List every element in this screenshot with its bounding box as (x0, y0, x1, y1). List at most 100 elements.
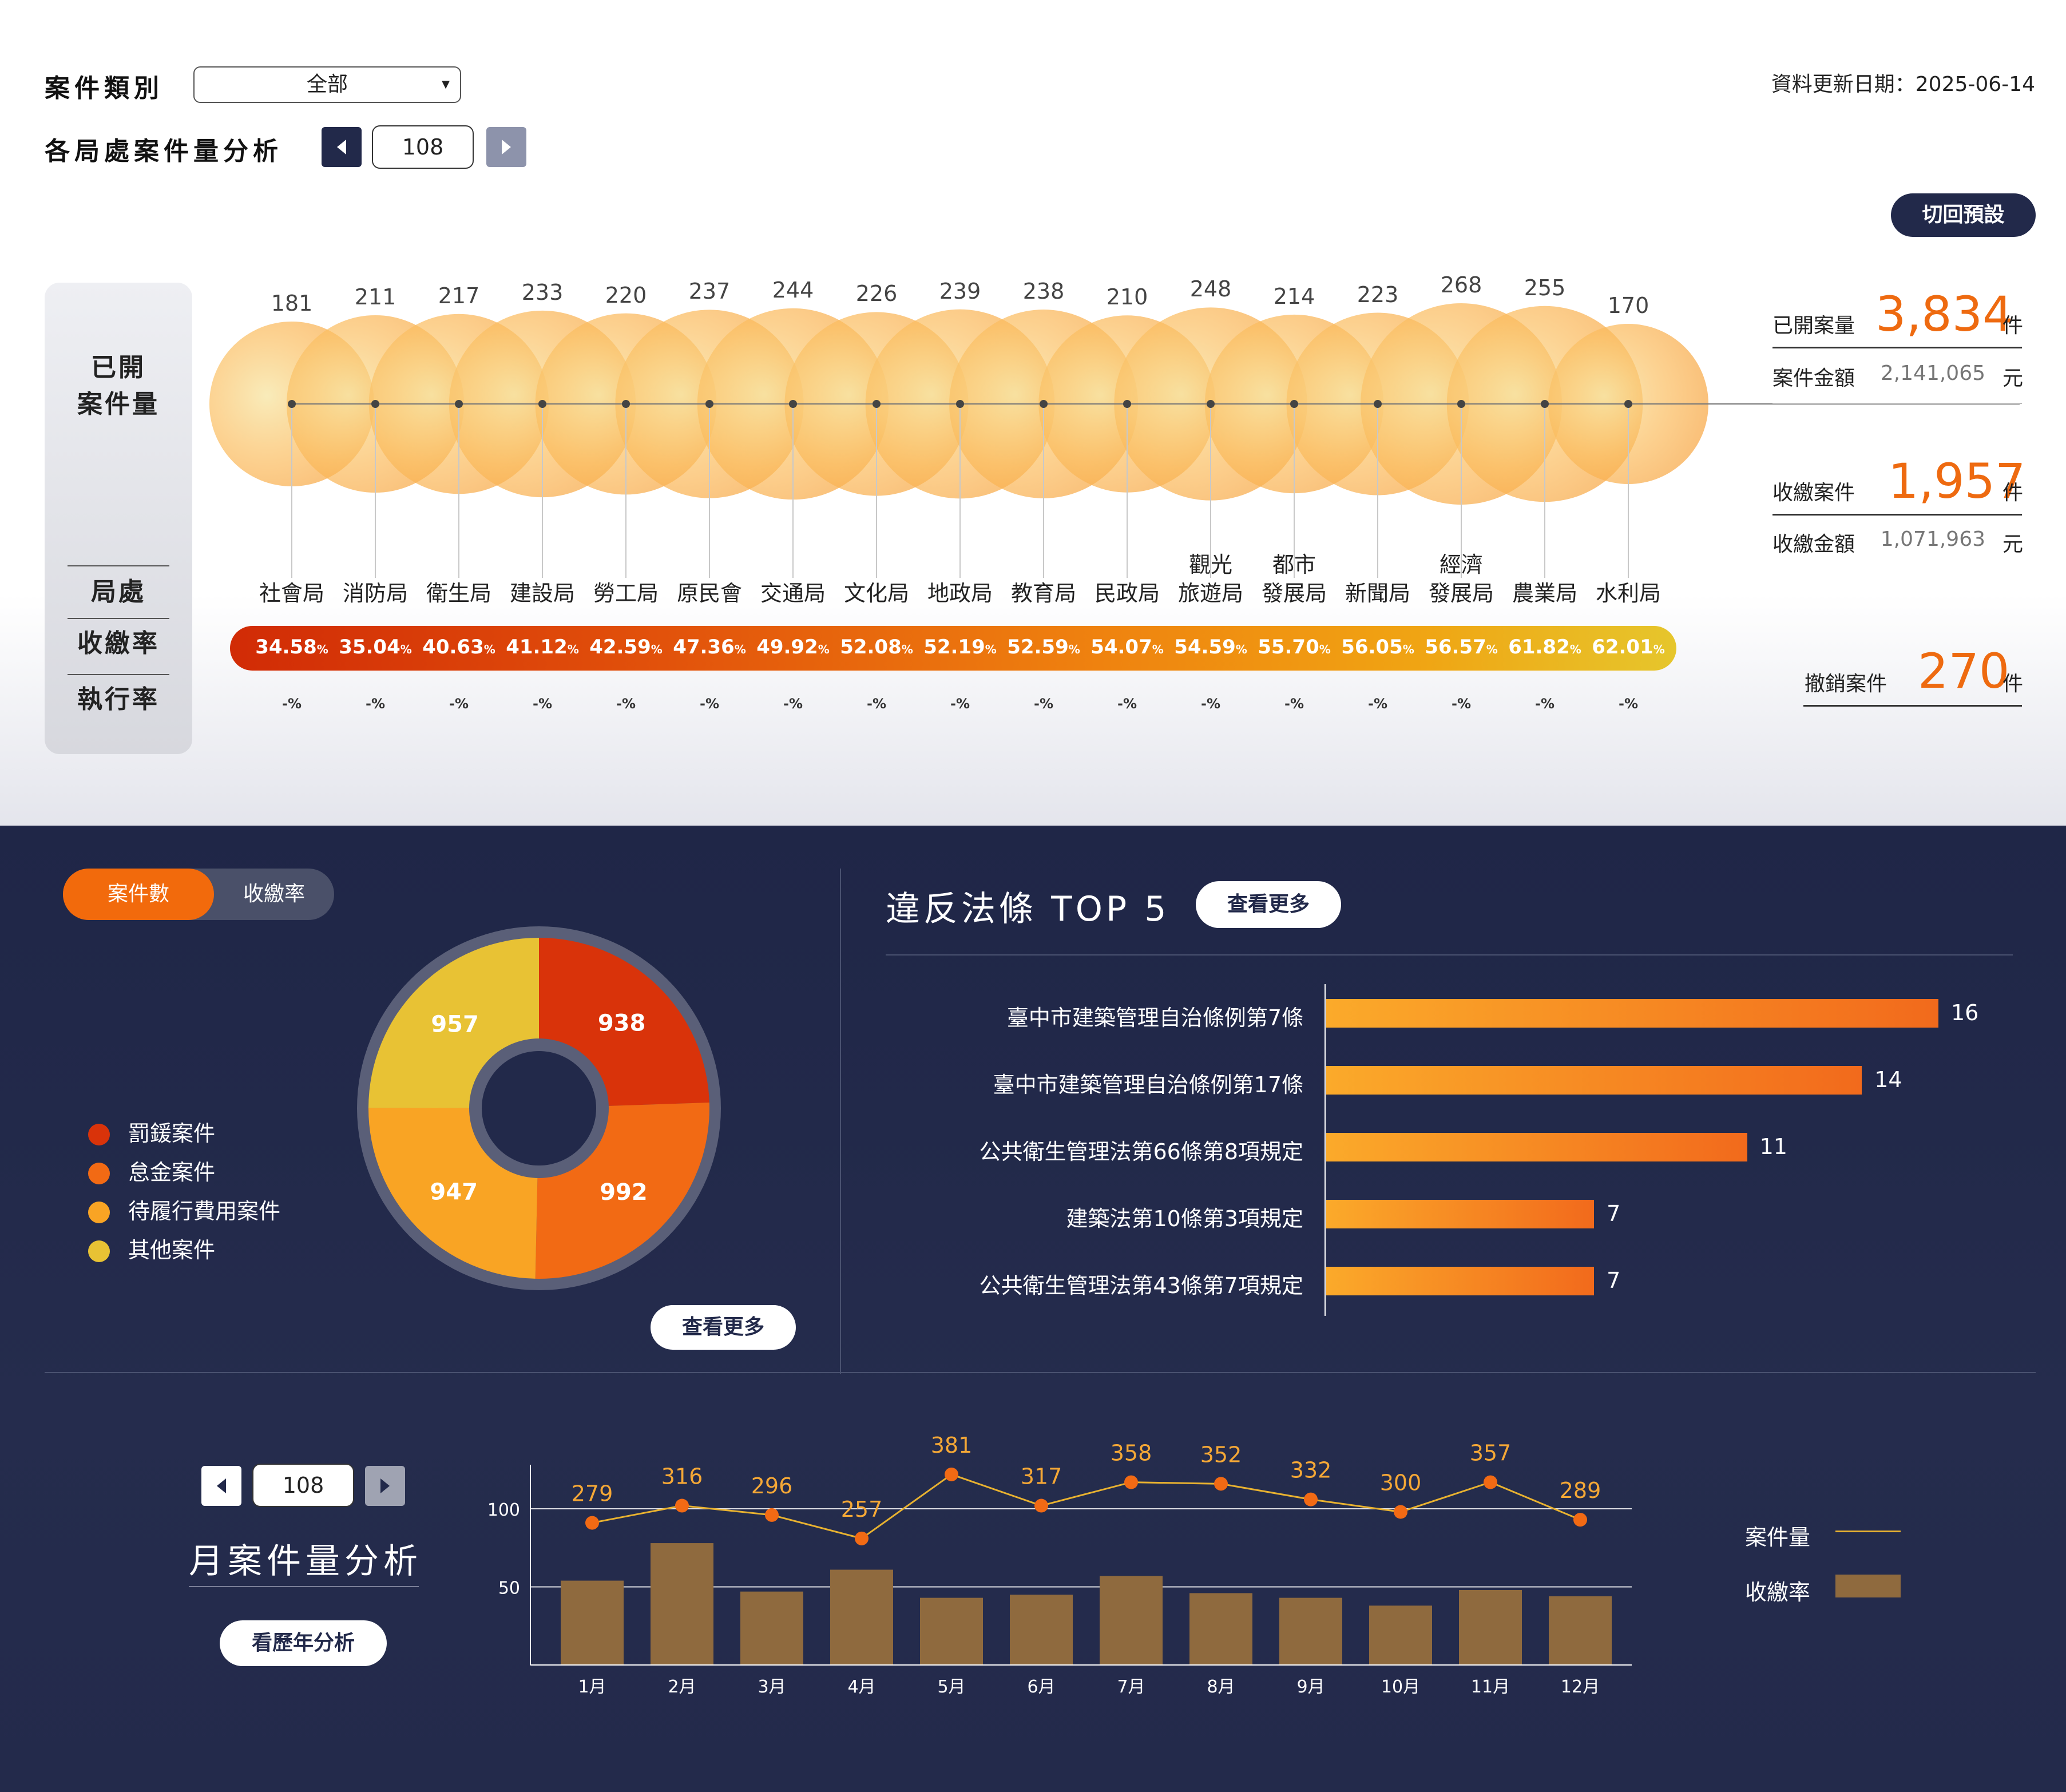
case-amount-label: 案件金額 (1772, 367, 1855, 390)
law-label: 臺中市建築管理自治條例第7條 (1006, 1005, 1303, 1030)
x-tick-label: 10月 (1381, 1677, 1420, 1697)
dept-case-count: 244 (772, 277, 814, 303)
dept-collection-rate: 54.59% (1174, 636, 1247, 659)
dept-collection-rate: 55.70% (1258, 636, 1331, 659)
donut-more-button[interactable]: 查看更多 (651, 1305, 796, 1350)
cases-marker[interactable] (1394, 1505, 1407, 1519)
monthly-year-input[interactable]: 108 (252, 1464, 354, 1507)
monthly-bar[interactable] (1369, 1605, 1432, 1665)
monthly-next-year-button[interactable] (365, 1466, 405, 1506)
section-divider (45, 1372, 2036, 1373)
dept-collection-rate: 56.05% (1341, 636, 1414, 659)
cases-marker[interactable] (1124, 1475, 1138, 1489)
cases-value-label: 257 (841, 1497, 883, 1522)
donut-value-label: 947 (430, 1179, 478, 1205)
dept-name: 建設局 (509, 581, 575, 606)
dept-case-count: 220 (605, 282, 647, 308)
dept-case-count: 217 (438, 283, 480, 308)
dept-dot (1207, 400, 1215, 408)
dept-execution-rate: -% (532, 696, 552, 712)
dept-name: 消防局 (342, 581, 408, 606)
cases-value-label: 296 (751, 1473, 793, 1498)
dept-dot (622, 400, 630, 408)
cases-marker[interactable] (675, 1498, 689, 1513)
monthly-bar[interactable] (740, 1591, 803, 1665)
top5-more-button[interactable]: 查看更多 (1196, 881, 1341, 928)
cases-marker[interactable] (585, 1516, 599, 1530)
legend-bar-swatch (1835, 1575, 1901, 1597)
monthly-bar[interactable] (561, 1580, 624, 1665)
dept-dot (1624, 400, 1632, 408)
dept-case-count: 226 (855, 281, 898, 307)
monthly-bar[interactable] (1279, 1597, 1342, 1665)
cases-marker[interactable] (1573, 1513, 1587, 1527)
dept-execution-rate: -% (365, 696, 385, 712)
cases-marker[interactable] (1034, 1498, 1048, 1513)
law-bar[interactable] (1326, 1133, 1747, 1161)
monthly-prev-year-button[interactable] (201, 1466, 241, 1506)
cases-value-label: 317 (1021, 1464, 1062, 1489)
x-tick-label: 9月 (1296, 1677, 1325, 1697)
y-tick-label: 100 (487, 1500, 520, 1520)
dept-collection-rate: 35.04% (339, 636, 412, 659)
collected-cases-unit: 件 (2002, 481, 2024, 505)
dept-execution-rate: -% (616, 696, 636, 712)
law-count: 14 (1874, 1067, 1902, 1092)
monthly-bar[interactable] (920, 1597, 983, 1665)
dept-collection-rate: 52.08% (840, 636, 913, 659)
x-tick-label: 8月 (1207, 1677, 1235, 1697)
dept-dot (789, 400, 797, 408)
dept-case-count: 248 (1189, 276, 1232, 302)
opened-cases-unit: 件 (2002, 314, 2024, 338)
law-bar[interactable] (1326, 999, 1938, 1028)
dept-collection-rate: 40.63% (422, 636, 495, 659)
dept-collection-rate: 62.01% (1592, 636, 1665, 659)
cases-marker[interactable] (1484, 1475, 1497, 1489)
law-label: 臺中市建築管理自治條例第17條 (993, 1072, 1303, 1097)
dept-case-count: 223 (1357, 282, 1399, 307)
monthly-title: 月案件量分析 (189, 1541, 422, 1581)
monthly-title-underline (189, 1586, 419, 1587)
cases-marker[interactable] (855, 1531, 869, 1545)
cases-value-label: 358 (1111, 1441, 1152, 1466)
dept-name: 交通局 (760, 581, 826, 606)
monthly-bar[interactable] (1010, 1595, 1073, 1665)
law-count: 11 (1759, 1134, 1787, 1159)
cases-marker[interactable] (765, 1508, 779, 1522)
cases-marker[interactable] (1304, 1492, 1318, 1506)
collected-amount-value: 1,071,963 (1880, 528, 1985, 551)
cases-value-label: 381 (931, 1433, 973, 1458)
stat-underline (1772, 403, 2022, 404)
monthly-bar[interactable] (1459, 1589, 1522, 1665)
toggle-case-count[interactable]: 案件數 (63, 869, 214, 920)
legend-dot-icon (88, 1124, 110, 1145)
law-bar[interactable] (1326, 1200, 1595, 1228)
dept-dot (1374, 400, 1382, 408)
x-tick-label: 1月 (578, 1677, 606, 1697)
dept-name: 民政局 (1094, 581, 1160, 606)
toggle-collection-rate[interactable]: 收繳率 (214, 869, 334, 920)
law-bar[interactable] (1326, 1267, 1595, 1295)
dept-case-count: 237 (688, 279, 731, 304)
case-type-donut-chart: 938 992 947 957 (357, 926, 721, 1290)
monthly-bar[interactable] (830, 1569, 893, 1665)
law-bar[interactable] (1326, 1066, 1862, 1095)
law-count: 7 (1607, 1268, 1621, 1293)
dept-execution-rate: -% (281, 696, 302, 712)
history-analysis-button[interactable]: 看歷年分析 (220, 1620, 387, 1666)
dept-collection-rate: 56.57% (1425, 636, 1498, 659)
cases-marker[interactable] (1214, 1477, 1228, 1491)
monthly-bar[interactable] (1549, 1596, 1612, 1665)
monthly-bar[interactable] (1100, 1576, 1163, 1665)
dept-dot (371, 400, 379, 408)
dept-case-count: 170 (1607, 293, 1649, 318)
law-label: 建築法第10條第3項規定 (1066, 1206, 1303, 1231)
dept-case-count: 255 (1524, 275, 1566, 300)
donut-mode-toggle[interactable]: 案件數 收繳率 (63, 869, 334, 920)
monthly-bar[interactable] (651, 1543, 713, 1665)
dept-name-line1: 都市 (1272, 552, 1316, 577)
monthly-bar[interactable] (1189, 1593, 1252, 1665)
cases-value-label: 279 (572, 1481, 613, 1506)
cases-marker[interactable] (945, 1467, 958, 1481)
legend-label: 罰鍰案件 (128, 1121, 216, 1146)
